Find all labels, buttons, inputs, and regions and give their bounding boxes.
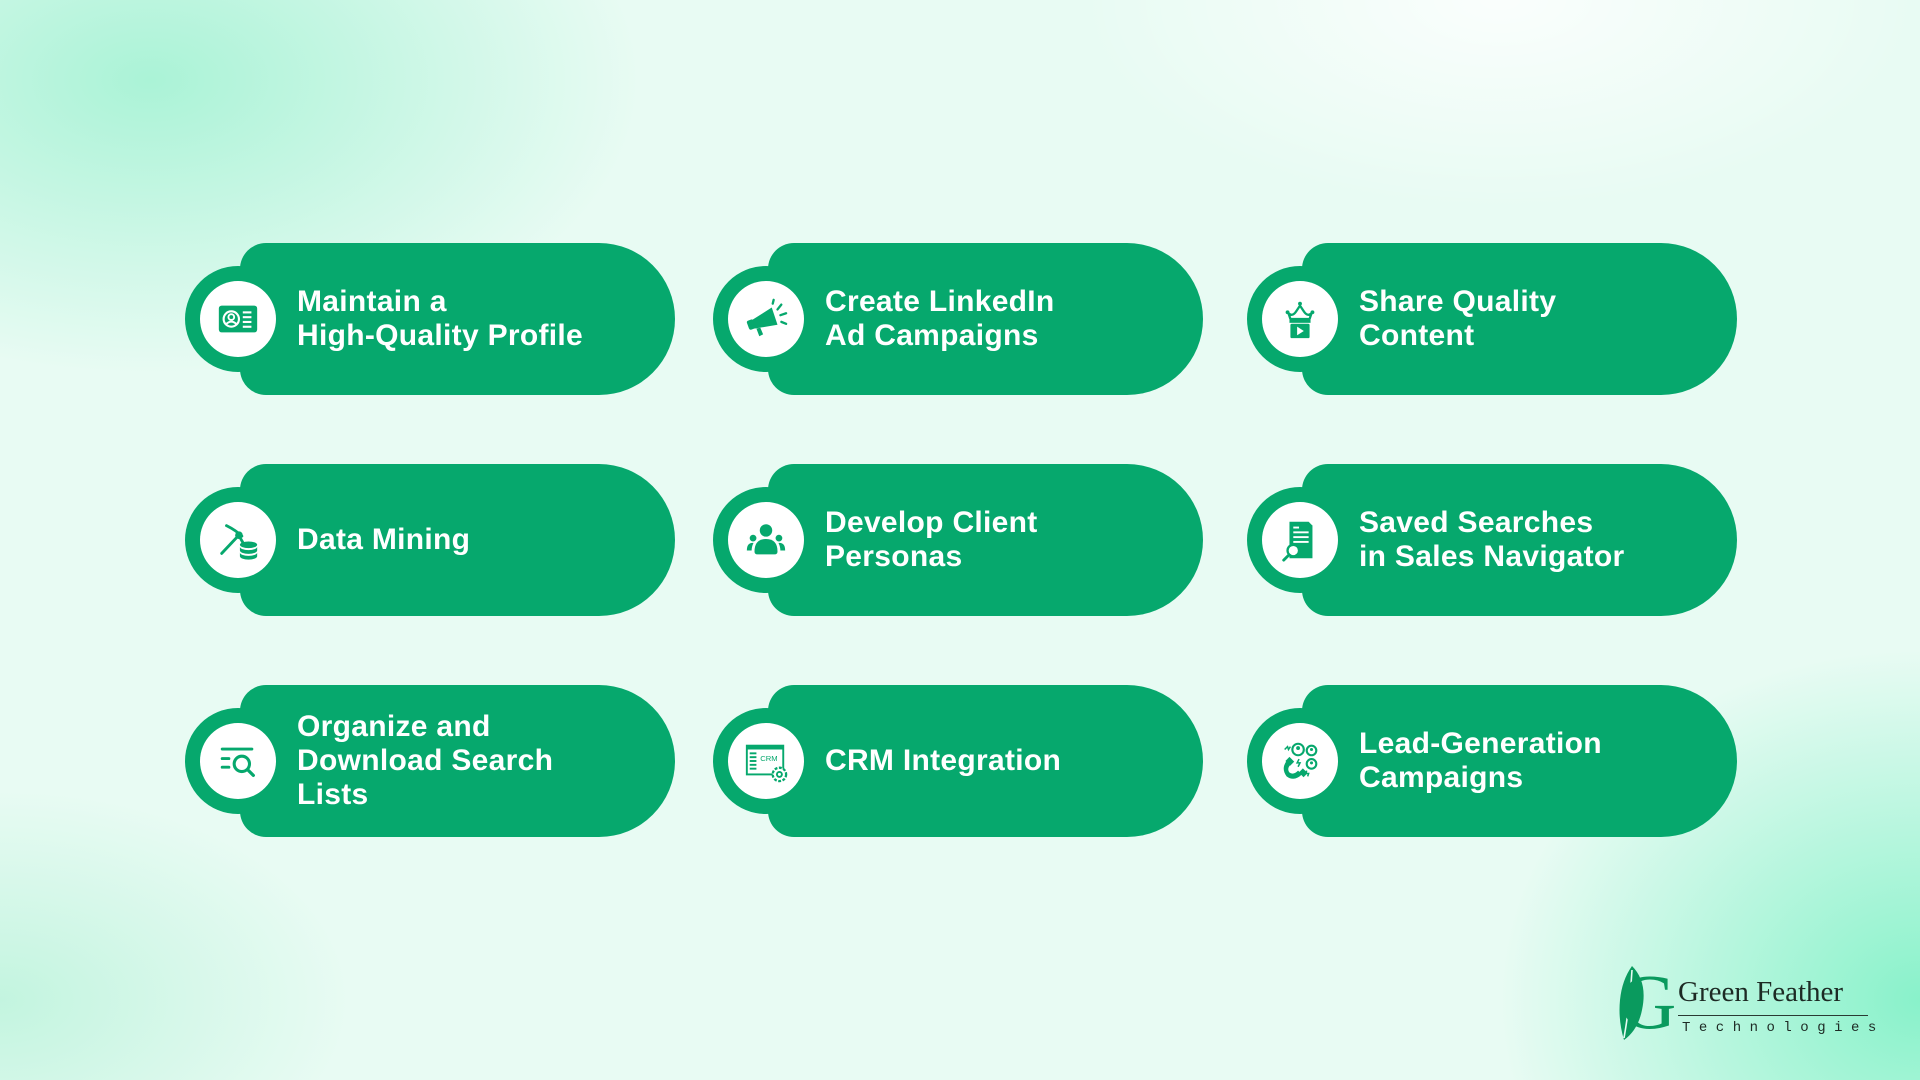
card-label: Share Quality Content [1359, 285, 1557, 352]
logo-divider [1678, 1015, 1868, 1016]
crown-video-icon [1285, 301, 1315, 339]
user-group-icon [746, 524, 786, 555]
icon-circle [1262, 281, 1338, 357]
card-organize-lists: Organize and Download Search Lists [185, 685, 675, 837]
icon-circle [200, 723, 276, 799]
card-label: Lead-Generation Campaigns [1359, 727, 1602, 794]
icon-circle [200, 281, 276, 357]
card-label: CRM Integration [825, 744, 1062, 777]
magnet-leads-icon [1283, 742, 1318, 779]
list-search-icon [220, 747, 255, 778]
card-label: Create LinkedIn Ad Campaigns [825, 285, 1055, 352]
card-lead-generation: Lead-Generation Campaigns [1247, 685, 1737, 837]
icon-circle [728, 502, 804, 578]
card-saved-searches: Saved Searches in Sales Navigator [1247, 464, 1737, 616]
card-client-personas: Develop Client Personas [713, 464, 1203, 616]
card-maintain-profile: Maintain a High-Quality Profile [185, 243, 675, 395]
card-label: Maintain a High-Quality Profile [297, 285, 584, 352]
crm-settings-icon: CRM [745, 744, 788, 783]
card-crm-integration: CRM CRM Integration [713, 685, 1203, 837]
icon-circle [1262, 502, 1338, 578]
card-linkedin-ads: Create LinkedIn Ad Campaigns [713, 243, 1203, 395]
pickaxe-database-icon [220, 524, 258, 560]
card-share-content: Share Quality Content [1247, 243, 1737, 395]
card-label: Saved Searches in Sales Navigator [1359, 506, 1625, 573]
icon-circle: CRM [728, 723, 804, 799]
card-label: Data Mining [297, 523, 471, 556]
card-label: Organize and Download Search Lists [297, 710, 554, 811]
document-search-icon [1282, 521, 1313, 562]
logo-name: Green Feather [1678, 976, 1844, 1008]
icon-circle [200, 502, 276, 578]
icon-circle [728, 281, 804, 357]
icon-circle [1262, 723, 1338, 799]
profile-card-icon [218, 305, 258, 333]
card-label: Develop Client Personas [825, 506, 1038, 573]
megaphone-icon [746, 298, 788, 337]
logo-tagline: Technologies [1682, 1020, 1885, 1036]
card-data-mining: Data Mining [185, 464, 675, 616]
crm-text: CRM [760, 754, 777, 763]
logo-initial: G [1620, 958, 1677, 1045]
company-logo: G Green Feather Technologies [1606, 962, 1896, 1042]
